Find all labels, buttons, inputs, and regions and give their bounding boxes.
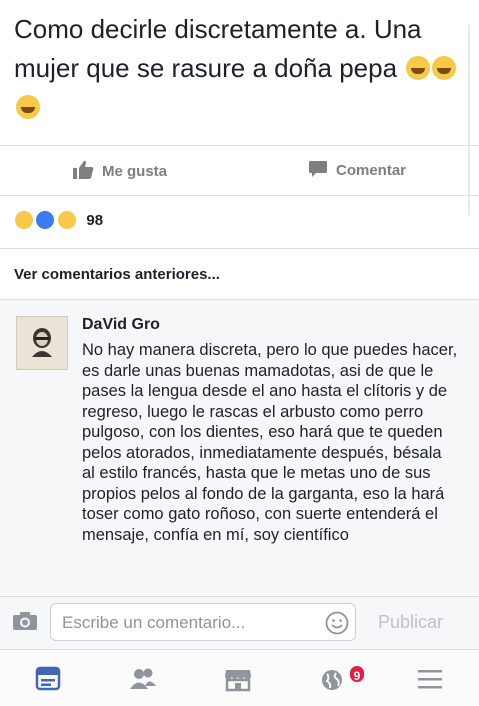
smiley-icon[interactable] bbox=[325, 611, 349, 635]
comment-input[interactable]: Escribe un comentario... bbox=[50, 603, 356, 641]
like-reaction-icon bbox=[35, 210, 56, 230]
like-label: Me gusta bbox=[102, 163, 168, 180]
wow-reaction-icon bbox=[56, 210, 77, 230]
friends-icon[interactable] bbox=[127, 664, 159, 694]
thumbs-up-icon bbox=[73, 160, 94, 179]
comment-label: Comentar bbox=[336, 162, 407, 179]
notification-badge: 9 bbox=[348, 664, 366, 684]
comment: DaVid Gro No hay manera discreta, pero l… bbox=[0, 300, 479, 595]
hamburger-menu-icon[interactable] bbox=[414, 664, 446, 694]
post-actions: Me gusta Comentar bbox=[0, 146, 479, 194]
comment-button[interactable]: Comentar bbox=[308, 160, 406, 179]
sweat-smile-emoji-icon bbox=[432, 56, 457, 80]
camera-icon[interactable] bbox=[12, 611, 38, 631]
view-previous-comments-link[interactable]: Ver comentarios anteriores... bbox=[14, 266, 220, 283]
comment-author[interactable]: DaVid Gro bbox=[82, 316, 160, 334]
globe-notifications-icon[interactable] bbox=[318, 664, 350, 694]
comment-input-placeholder: Escribe un comentario... bbox=[62, 613, 246, 632]
news-feed-icon[interactable] bbox=[32, 664, 64, 694]
divider bbox=[0, 248, 479, 249]
sweat-smile-emoji-icon bbox=[16, 95, 40, 119]
like-button[interactable]: Me gusta bbox=[72, 160, 167, 180]
avatar[interactable] bbox=[16, 316, 68, 370]
reaction-count: 98 bbox=[86, 211, 104, 229]
haha-reaction-icon bbox=[14, 210, 34, 230]
divider bbox=[0, 195, 479, 196]
comment-text: No hay manera discreta, pero lo que pued… bbox=[82, 341, 458, 544]
post-message: Como decirle discretamente a. Una mujer … bbox=[14, 14, 422, 83]
marketplace-icon[interactable] bbox=[222, 664, 254, 694]
laughing-tears-emoji-icon bbox=[406, 56, 431, 80]
reaction-summary[interactable]: 98 bbox=[14, 210, 103, 234]
post-text: Como decirle discretamente a. Una mujer … bbox=[14, 10, 469, 127]
bottom-tab-bar: 9 bbox=[0, 649, 479, 706]
profile-picture-icon bbox=[32, 328, 52, 357]
publish-button[interactable]: Publicar bbox=[378, 612, 443, 633]
comment-bubble-icon bbox=[309, 161, 327, 177]
comment-composer: Escribe un comentario... Publicar bbox=[0, 596, 479, 649]
